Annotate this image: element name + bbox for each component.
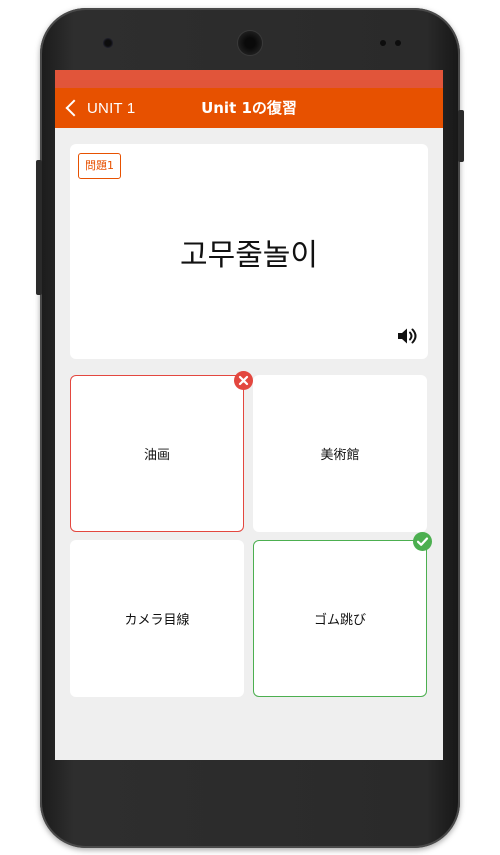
answer-option-4[interactable]: ゴム跳び bbox=[253, 540, 427, 697]
light-sensor bbox=[395, 40, 401, 46]
answer-option-1[interactable]: 油画 bbox=[70, 375, 244, 532]
answer-option-label: ゴム跳び bbox=[313, 613, 366, 628]
question-word: 고무줄놀이 bbox=[180, 238, 318, 273]
answer-option-label: 油画 bbox=[143, 448, 170, 463]
speaker-volume-icon[interactable] bbox=[395, 324, 419, 348]
status-bar bbox=[55, 70, 443, 88]
question-card: 問題1 고무줄놀이 bbox=[70, 144, 428, 359]
back-button[interactable]: UNIT 1 bbox=[63, 88, 135, 128]
proximity-sensor bbox=[380, 40, 386, 46]
question-number-badge: 問題1 bbox=[78, 153, 121, 179]
earpiece-speaker bbox=[238, 31, 262, 55]
answer-option-3[interactable]: カメラ目線 bbox=[70, 540, 244, 697]
power-button bbox=[458, 110, 464, 162]
volume-rocker bbox=[36, 160, 42, 295]
answer-option-label: 美術館 bbox=[320, 448, 360, 463]
app-bar: UNIT 1 Unit 1の復習 bbox=[55, 88, 443, 128]
check-icon bbox=[413, 532, 432, 551]
close-icon bbox=[234, 371, 253, 390]
answer-option-label: カメラ目線 bbox=[124, 613, 190, 628]
back-label: UNIT 1 bbox=[87, 99, 136, 117]
answer-option-2[interactable]: 美術館 bbox=[253, 375, 427, 532]
chevron-left-icon bbox=[65, 99, 83, 117]
app-screen: UNIT 1 Unit 1の復習 問題1 고무줄놀이 油画 美術館 カメラ目線 … bbox=[55, 70, 443, 760]
front-camera-icon bbox=[103, 38, 113, 48]
